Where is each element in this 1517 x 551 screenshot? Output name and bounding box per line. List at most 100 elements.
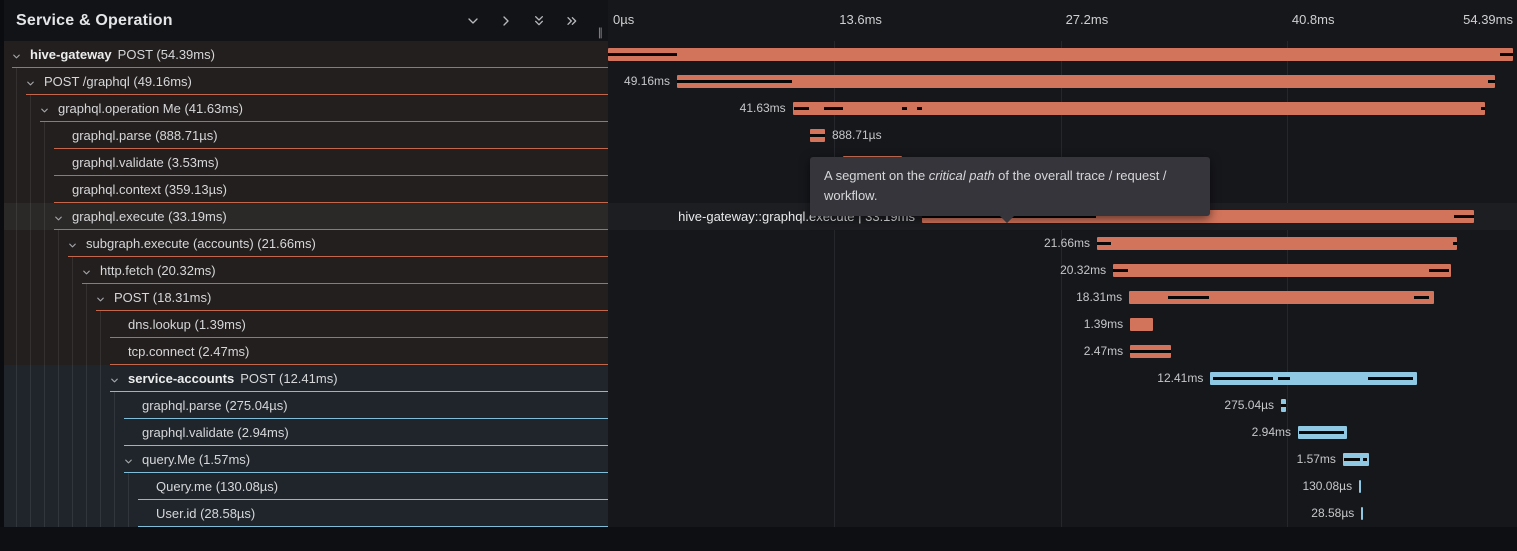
- span-bar[interactable]: [793, 102, 1486, 115]
- span-name-label: tcp.connect (2.47ms): [128, 338, 249, 365]
- span-bar[interactable]: [1210, 372, 1416, 385]
- chevron-down-icon[interactable]: [53, 211, 64, 222]
- critical-path-segment: [824, 107, 843, 110]
- indent-guide: [44, 311, 45, 338]
- timeline-tick-label: 40.8ms: [1292, 12, 1335, 27]
- span-bar[interactable]: [1343, 453, 1369, 466]
- indent-guide: [16, 284, 17, 311]
- span-duration-label: 41.63ms: [740, 95, 786, 122]
- indent-guide: [44, 257, 45, 284]
- chevrons-down-icon[interactable]: [531, 13, 547, 29]
- chevron-down-icon[interactable]: [109, 373, 120, 384]
- chevron-down-icon[interactable]: [95, 292, 106, 303]
- span-bar[interactable]: [677, 75, 1495, 88]
- span-bar[interactable]: [1129, 291, 1434, 304]
- chevron-down-icon[interactable]: [39, 103, 50, 114]
- chevron-down-icon[interactable]: [465, 13, 481, 29]
- indent-guide: [30, 230, 31, 257]
- indent-guide: [30, 365, 31, 392]
- span-row[interactable]: graphql.parse (275.04µs): [0, 392, 608, 419]
- span-row[interactable]: graphql.parse (888.71µs): [0, 122, 608, 149]
- indent-guide: [58, 230, 59, 257]
- span-row[interactable]: subgraph.execute (accounts) (21.66ms): [0, 230, 608, 257]
- span-bar[interactable]: [1097, 237, 1457, 250]
- chevron-right-icon[interactable]: [498, 13, 514, 29]
- indent-guide: [86, 284, 87, 311]
- indent-guide: [114, 392, 115, 419]
- span-name-label: graphql.validate (2.94ms): [142, 419, 289, 446]
- span-name-label: query.Me (1.57ms): [142, 446, 250, 473]
- span-row[interactable]: graphql.validate (3.53ms): [0, 149, 608, 176]
- span-duration-label: 12.41ms: [1157, 365, 1203, 392]
- span-name-label: POST (18.31ms): [114, 284, 211, 311]
- indent-guide: [114, 500, 115, 527]
- indent-guide: [44, 149, 45, 176]
- span-row[interactable]: graphql.execute (33.19ms): [0, 203, 608, 230]
- span-bar[interactable]: [1298, 426, 1347, 439]
- span-bar[interactable]: [1361, 507, 1363, 520]
- indent-guide: [100, 419, 101, 446]
- timeline-tick-label: 27.2ms: [1066, 12, 1109, 27]
- service-name: hive-gateway: [30, 47, 112, 62]
- critical-path-segment: [917, 107, 922, 110]
- indent-guide: [72, 365, 73, 392]
- indent-guide: [16, 419, 17, 446]
- span-row[interactable]: Query.me (130.08µs): [0, 473, 608, 500]
- indent-guide: [72, 338, 73, 365]
- span-bar[interactable]: [1130, 345, 1171, 358]
- service-operation-header: Service & Operation ∥: [0, 0, 608, 41]
- indent-guide: [44, 473, 45, 500]
- span-row[interactable]: query.Me (1.57ms): [0, 446, 608, 473]
- span-row[interactable]: hive-gatewayPOST (54.39ms): [0, 41, 608, 68]
- indent-guide: [30, 176, 31, 203]
- span-bar[interactable]: [1130, 318, 1153, 331]
- span-bar[interactable]: [810, 129, 825, 142]
- span-name-label: service-accountsPOST (12.41ms): [128, 365, 338, 392]
- span-row[interactable]: http.fetch (20.32ms): [0, 257, 608, 284]
- indent-guide: [44, 230, 45, 257]
- span-row[interactable]: User.id (28.58µs): [0, 500, 608, 527]
- span-row[interactable]: service-accountsPOST (12.41ms): [0, 365, 608, 392]
- critical-path-segment: [608, 53, 677, 56]
- chevron-down-icon[interactable]: [25, 76, 36, 87]
- panel-left-edge: [0, 0, 4, 527]
- indent-guide: [58, 311, 59, 338]
- indent-guide: [100, 311, 101, 338]
- waterfall-row: 1.57ms: [608, 446, 1517, 473]
- span-name-label: graphql.operation Me (41.63ms): [58, 95, 243, 122]
- chevron-down-icon[interactable]: [11, 49, 22, 60]
- span-row[interactable]: graphql.validate (2.94ms): [0, 419, 608, 446]
- waterfall-row: 41.63ms: [608, 95, 1517, 122]
- indent-guide: [16, 500, 17, 527]
- chevron-down-icon[interactable]: [67, 238, 78, 249]
- span-bar[interactable]: [608, 48, 1513, 61]
- span-bar[interactable]: [1113, 264, 1451, 277]
- critical-path-segment: [1097, 242, 1111, 245]
- span-row[interactable]: graphql.operation Me (41.63ms): [0, 95, 608, 122]
- critical-path-segment: [677, 80, 792, 83]
- indent-guide: [16, 338, 17, 365]
- chevrons-right-icon[interactable]: [564, 13, 580, 29]
- span-duration-label: 20.32ms: [1060, 257, 1106, 284]
- span-row[interactable]: graphql.context (359.13µs): [0, 176, 608, 203]
- indent-guide: [72, 311, 73, 338]
- indent-guide: [100, 338, 101, 365]
- span-row[interactable]: POST (18.31ms): [0, 284, 608, 311]
- indent-guide: [86, 500, 87, 527]
- critical-path-segment: [1130, 350, 1171, 353]
- span-bar[interactable]: [1281, 399, 1286, 412]
- span-row[interactable]: POST /graphql (49.16ms): [0, 68, 608, 95]
- waterfall-row: 12.41ms: [608, 365, 1517, 392]
- indent-guide: [58, 446, 59, 473]
- span-name-label: hive-gatewayPOST (54.39ms): [30, 41, 215, 68]
- span-row[interactable]: dns.lookup (1.39ms): [0, 311, 608, 338]
- panel-resize-handle[interactable]: ∥: [598, 26, 605, 39]
- span-bar[interactable]: [1359, 480, 1361, 493]
- critical-path-segment: [1281, 404, 1286, 407]
- chevron-down-icon[interactable]: [81, 265, 92, 276]
- indent-guide: [114, 473, 115, 500]
- span-name-label: graphql.parse (888.71µs): [72, 122, 218, 149]
- span-row[interactable]: tcp.connect (2.47ms): [0, 338, 608, 365]
- chevron-down-icon[interactable]: [123, 454, 134, 465]
- indent-guide: [128, 473, 129, 500]
